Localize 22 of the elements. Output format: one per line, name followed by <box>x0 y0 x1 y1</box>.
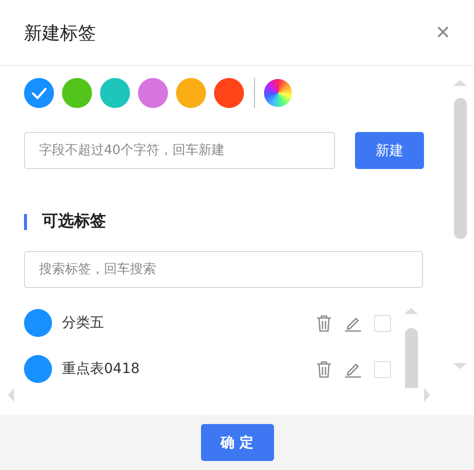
trash-icon[interactable] <box>316 360 332 378</box>
tag-name: 分类五 <box>62 314 105 332</box>
tag-name: 重点表0418 <box>62 360 141 378</box>
checkbox[interactable] <box>374 314 391 332</box>
color-swatch[interactable] <box>24 78 54 108</box>
scroll-right-icon[interactable] <box>424 388 430 402</box>
color-picker-icon[interactable] <box>264 79 292 107</box>
color-swatch[interactable] <box>62 78 92 108</box>
close-button[interactable]: × <box>436 20 450 44</box>
trash-icon[interactable] <box>316 314 332 332</box>
color-swatch[interactable] <box>214 78 244 108</box>
new-tag-field[interactable]: 字段不超过40个字符，回车新建 <box>24 132 335 169</box>
color-swatch[interactable] <box>176 78 206 108</box>
color-swatch[interactable] <box>100 78 130 108</box>
color-swatch[interactable] <box>138 78 168 108</box>
search-field[interactable]: 搜索标签，回车搜索 <box>24 251 423 288</box>
confirm-button[interactable]: 确 定 <box>200 424 274 461</box>
scroll-left-icon[interactable] <box>8 388 14 402</box>
dialog-title: 新建标签 <box>24 22 96 44</box>
create-button[interactable]: 新建 <box>355 132 424 169</box>
section-title: 可选标签 <box>42 211 106 232</box>
checkbox[interactable] <box>374 360 391 378</box>
